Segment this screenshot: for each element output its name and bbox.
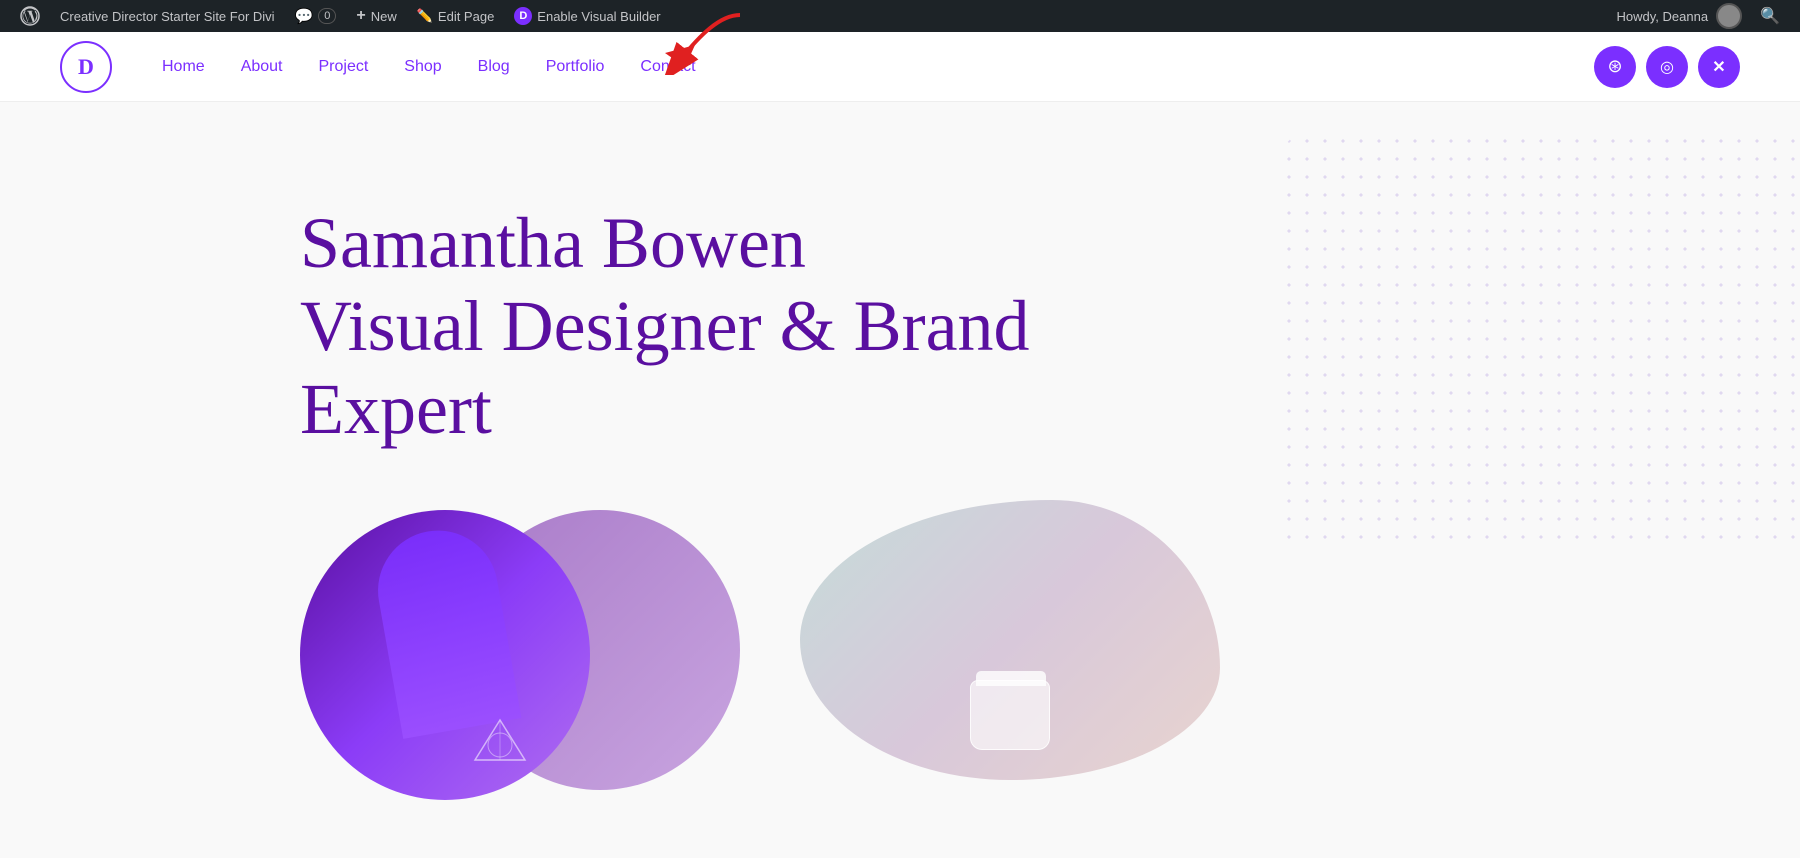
site-header: D Home About Project Shop Blog Portfolio… (0, 32, 1800, 102)
pencil-icon: ✏️ (417, 8, 433, 24)
nav-about[interactable]: About (241, 58, 283, 76)
nav-shop[interactable]: Shop (404, 58, 441, 76)
hero-title: Samantha BowenVisual Designer & BrandExp… (300, 202, 1100, 450)
wp-logo-button[interactable] (10, 0, 50, 32)
card-purple-product (300, 500, 760, 800)
admin-search-icon[interactable]: 🔍 (1750, 6, 1790, 26)
twitter-x-button[interactable]: ✕ (1698, 46, 1740, 88)
card-blob-product (800, 500, 1260, 800)
product-jar (970, 680, 1050, 750)
hero-title-text: Samantha BowenVisual Designer & BrandExp… (300, 203, 1030, 449)
enable-visual-builder-label: Enable Visual Builder (537, 9, 660, 24)
social-icons-group: ⊛ ◎ ✕ (1594, 46, 1740, 88)
geometric-icon (470, 715, 530, 780)
nav-blog[interactable]: Blog (478, 58, 510, 76)
logo-circle: D (60, 41, 112, 93)
site-title-link[interactable]: Creative Director Starter Site For Divi (50, 0, 285, 32)
nav-portfolio[interactable]: Portfolio (546, 58, 605, 76)
comments-button[interactable]: 💬 0 (285, 0, 347, 32)
nav-project[interactable]: Project (319, 58, 369, 76)
divi-logo-icon: D (514, 7, 532, 25)
nav-home[interactable]: Home (162, 58, 205, 76)
new-content-button[interactable]: + New (346, 0, 406, 32)
nav-contact[interactable]: Contact (640, 58, 695, 76)
comment-count: 0 (318, 8, 336, 24)
blob-shape (800, 500, 1220, 780)
logo-letter: D (78, 54, 94, 80)
edit-page-label: Edit Page (438, 9, 494, 24)
main-nav: Home About Project Shop Blog Portfolio C… (162, 58, 696, 76)
instagram-icon: ◎ (1660, 57, 1674, 77)
new-label: New (371, 9, 397, 24)
site-logo[interactable]: D (60, 41, 112, 93)
howdy-text: Howdy, Deanna (1617, 9, 1709, 24)
dribbble-button[interactable]: ⊛ (1594, 46, 1636, 88)
comment-bubble-icon: 💬 (295, 7, 314, 25)
purple-main-circle (300, 510, 590, 800)
admin-bar: Creative Director Starter Site For Divi … (0, 0, 1800, 32)
site-title-text: Creative Director Starter Site For Divi (60, 9, 275, 24)
dot-pattern-decoration (1280, 132, 1800, 552)
dribbble-icon: ⊛ (1607, 56, 1622, 77)
twitter-x-icon: ✕ (1712, 57, 1725, 77)
instagram-button[interactable]: ◎ (1646, 46, 1688, 88)
user-avatar[interactable] (1716, 3, 1742, 29)
jar-lid (976, 671, 1046, 686)
plus-icon: + (356, 7, 365, 25)
product-scroll-shape (369, 521, 522, 739)
admin-bar-right: Howdy, Deanna 🔍 (1617, 3, 1790, 29)
edit-page-button[interactable]: ✏️ Edit Page (407, 0, 505, 32)
main-content: Samantha BowenVisual Designer & BrandExp… (0, 102, 1800, 858)
enable-visual-builder-button[interactable]: D Enable Visual Builder (504, 0, 670, 32)
